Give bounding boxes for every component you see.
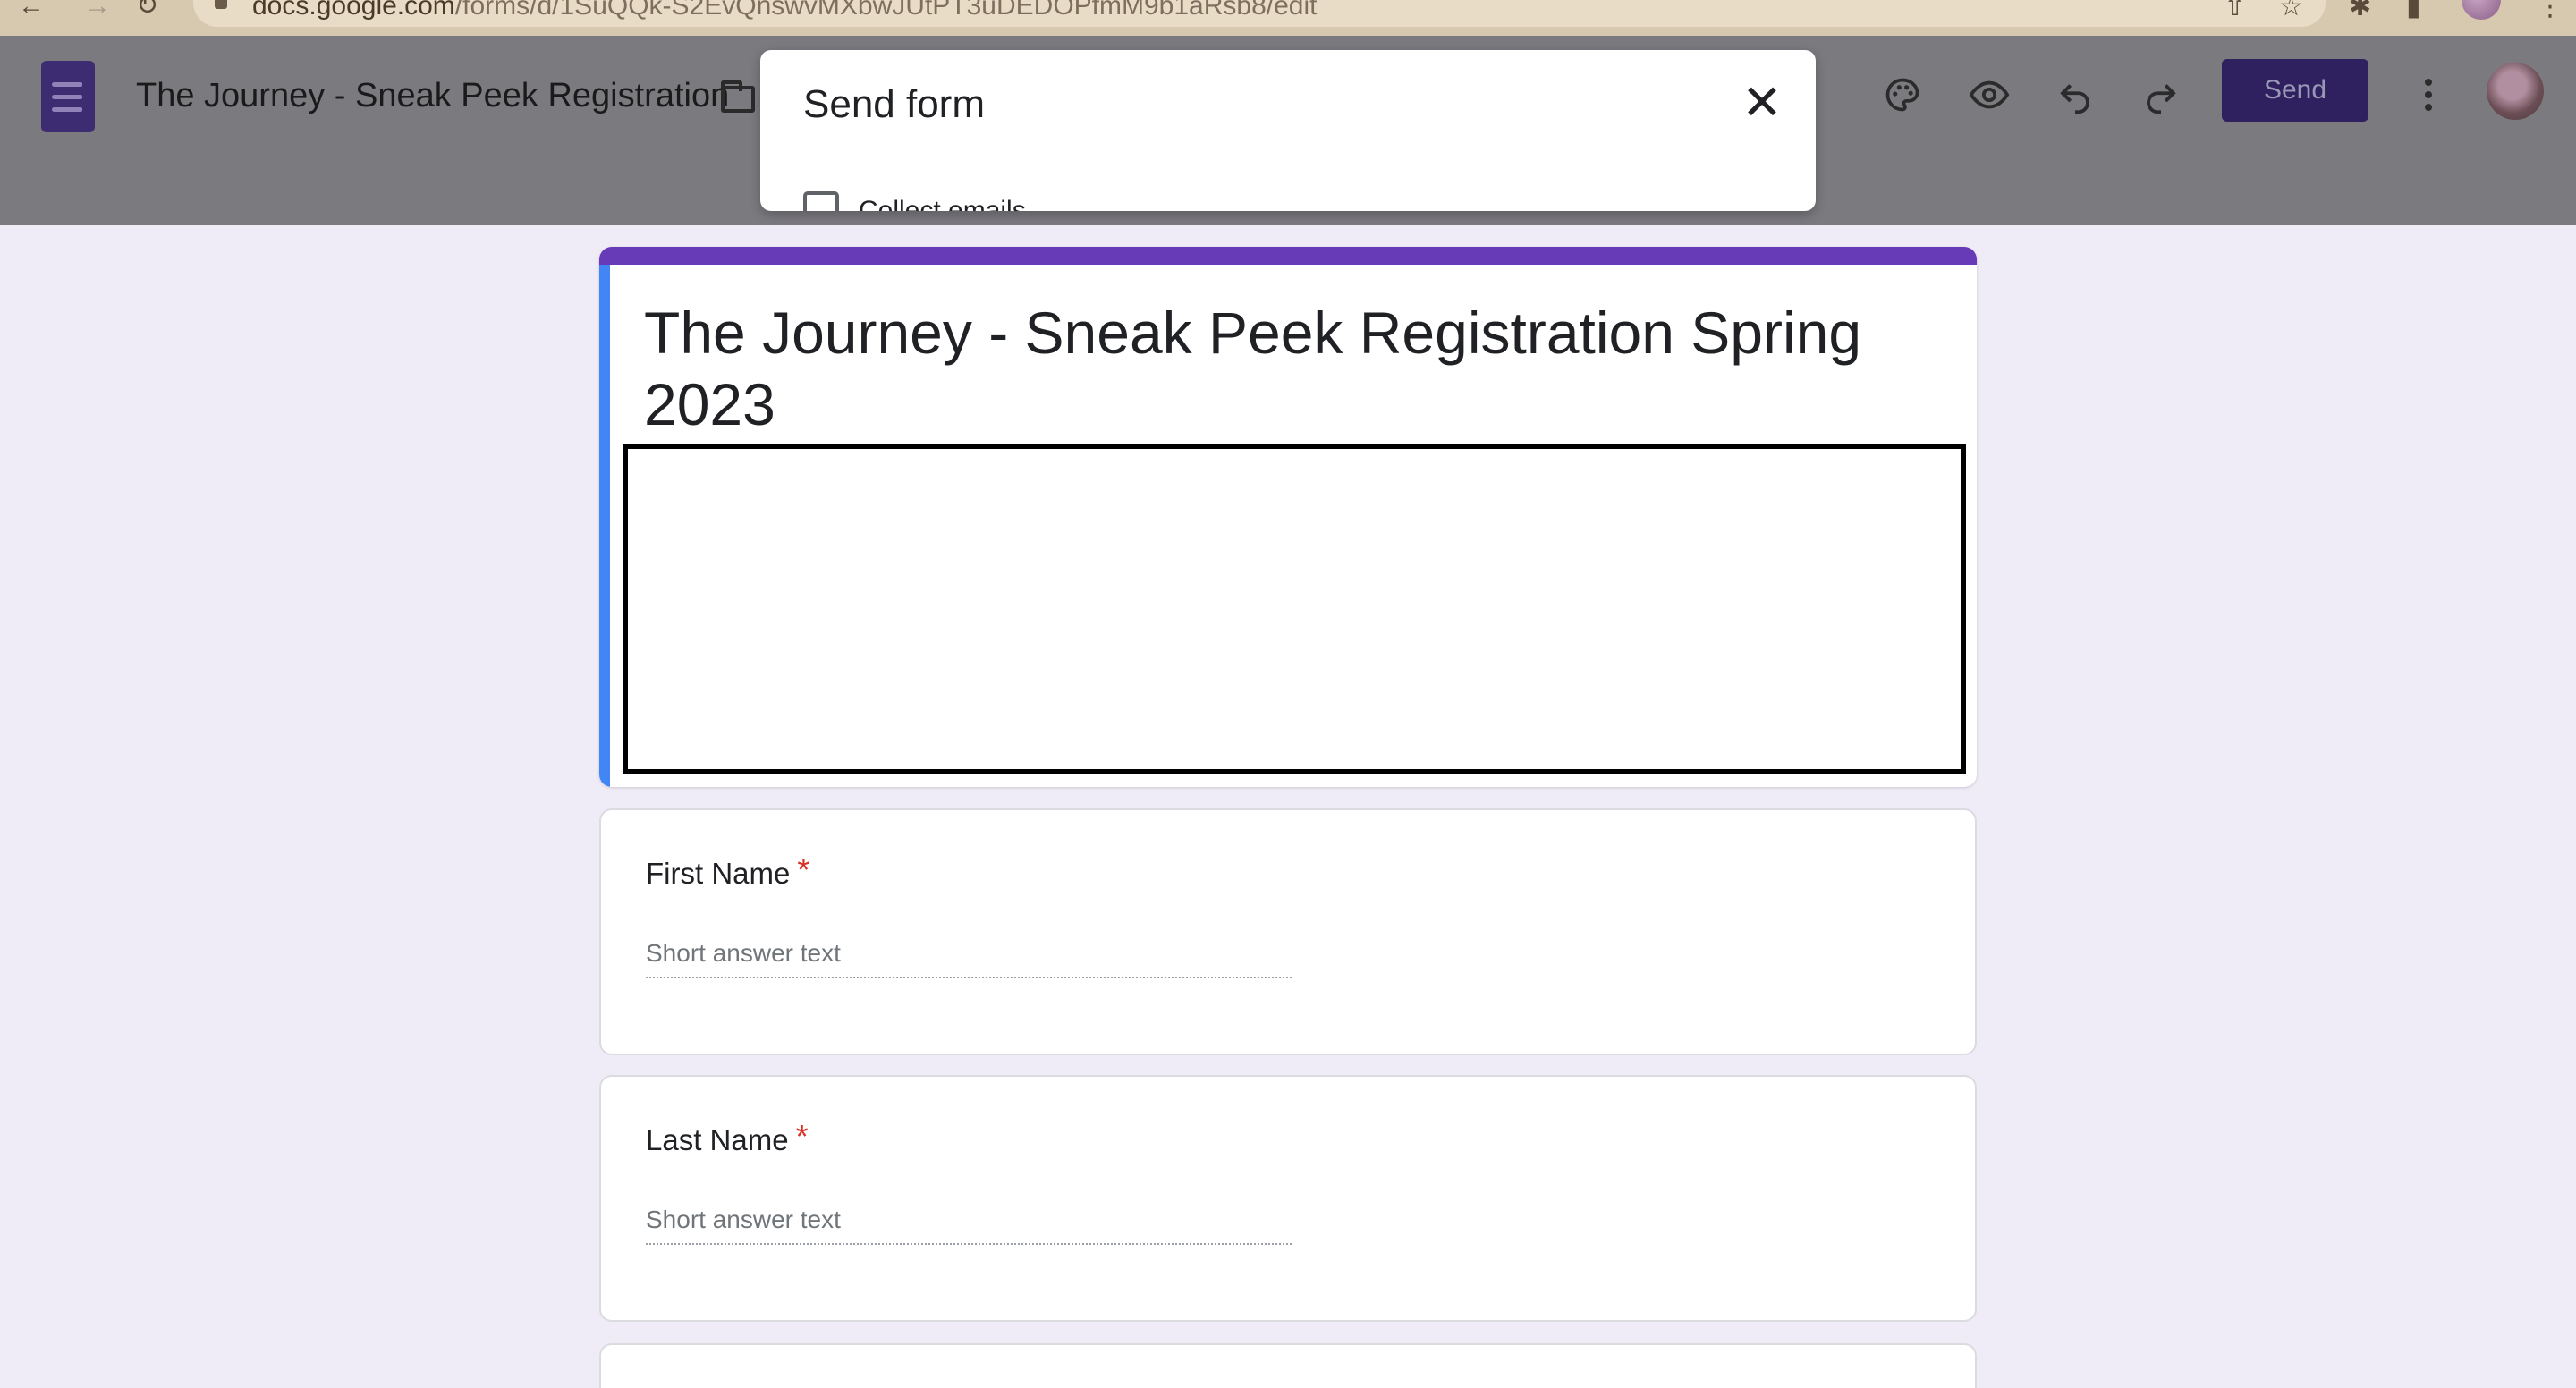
- extensions-icon[interactable]: ✱: [2349, 0, 2371, 22]
- question-card-last-name[interactable]: Last Name * Short answer text: [599, 1075, 1977, 1322]
- forward-icon[interactable]: →: [84, 0, 111, 20]
- sidepanel-icon[interactable]: ▮: [2406, 0, 2421, 22]
- browser-toolbar: ← → ↻ docs.google.com/forms/d/1SuQQk-S2E…: [0, 0, 2576, 36]
- accent-top-bar: [599, 247, 1977, 265]
- question-card-first-name[interactable]: First Name * Short answer text: [599, 808, 1977, 1055]
- forms-logo-icon[interactable]: [41, 61, 95, 132]
- question-card[interactable]: [599, 1343, 1977, 1388]
- preview-eye-icon[interactable]: [1964, 70, 2014, 120]
- question-label: Last Name *: [646, 1118, 809, 1156]
- avatar[interactable]: [2487, 63, 2544, 120]
- form-title[interactable]: The Journey - Sneak Peek Registration Sp…: [644, 297, 1896, 440]
- more-vert-icon[interactable]: [2415, 70, 2442, 120]
- reload-icon[interactable]: ↻: [136, 0, 158, 20]
- question-label: First Name *: [646, 851, 810, 890]
- required-asterisk: *: [795, 1118, 809, 1155]
- url-text[interactable]: docs.google.com/forms/d/1SuQQk-S2EvQnswv…: [252, 0, 1317, 21]
- star-icon[interactable]: ☆: [2279, 0, 2303, 22]
- collect-emails-checkbox[interactable]: [803, 191, 839, 211]
- form-title-card[interactable]: The Journey - Sneak Peek Registration Sp…: [599, 247, 1977, 787]
- required-asterisk: *: [797, 851, 810, 888]
- send-form-dialog: Send form ✕ Collect emails: [760, 50, 1816, 211]
- collect-emails-row[interactable]: Collect emails: [803, 190, 1026, 211]
- send-button[interactable]: Send: [2222, 59, 2368, 122]
- folder-icon[interactable]: [721, 80, 755, 113]
- undo-icon[interactable]: [2050, 70, 2100, 120]
- document-title[interactable]: The Journey - Sneak Peek Registration: [136, 77, 729, 115]
- short-answer-field: Short answer text: [646, 935, 1292, 978]
- share-icon[interactable]: ⇧: [2224, 0, 2246, 22]
- browser-profile-avatar[interactable]: [2462, 0, 2501, 20]
- dialog-title: Send form: [803, 82, 985, 126]
- collect-emails-label: Collect emails: [859, 196, 1026, 211]
- close-icon[interactable]: ✕: [1737, 74, 1787, 131]
- palette-icon[interactable]: [1877, 70, 1928, 120]
- redo-icon[interactable]: [2136, 70, 2186, 120]
- browser-menu-icon[interactable]: ⋮: [2537, 0, 2563, 22]
- back-icon[interactable]: ←: [18, 0, 45, 20]
- focus-left-bar: [599, 265, 610, 787]
- short-answer-field: Short answer text: [646, 1202, 1292, 1245]
- form-description-field[interactable]: [623, 444, 1966, 774]
- lock-icon[interactable]: [215, 0, 227, 9]
